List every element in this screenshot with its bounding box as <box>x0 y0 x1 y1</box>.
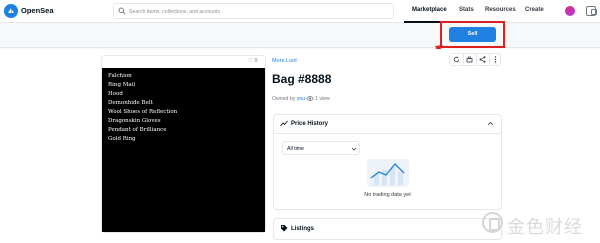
top-nav: OpenSea Marketplace Stats Resources Crea… <box>0 0 600 23</box>
nav-marketplace[interactable]: Marketplace <box>412 7 447 13</box>
opensea-logo-icon[interactable] <box>4 4 18 18</box>
bag-item-line: Falchion <box>108 73 132 79</box>
search-input[interactable] <box>129 6 389 17</box>
watermark-logo <box>482 212 503 233</box>
search-icon <box>118 7 126 15</box>
like-button[interactable]: ♡ 0 <box>248 58 258 64</box>
bag-item-line: Hood <box>108 91 123 97</box>
search-box[interactable] <box>113 3 394 19</box>
empty-chart-illustration <box>367 159 409 187</box>
chevron-up-icon[interactable] <box>487 121 494 126</box>
nav-create[interactable]: Create <box>525 7 544 13</box>
avatar[interactable] <box>565 6 575 16</box>
bag-item-line: Demonhide Belt <box>108 100 153 106</box>
owned-by: Owned by you <box>272 96 305 102</box>
owner-action-bar <box>0 24 600 48</box>
period-select-value: All time <box>287 146 305 152</box>
item-title: Bag #8888 <box>272 72 332 86</box>
heart-icon: ♡ <box>248 58 253 64</box>
transfer-icon <box>466 56 473 63</box>
listings-title: Listings <box>291 226 315 232</box>
trend-icon <box>280 120 288 127</box>
nft-image[interactable]: Falchion Ring Mail Hood Demonhide Belt W… <box>102 68 265 232</box>
eye-icon <box>306 96 314 101</box>
period-select[interactable]: All time <box>282 141 360 155</box>
collection-link[interactable]: More Loot <box>272 58 297 64</box>
chevron-down-icon <box>351 147 357 151</box>
price-history-header[interactable]: Price History <box>274 115 501 134</box>
price-history-title: Price History <box>291 121 329 127</box>
bag-item-line: Gold Ring <box>108 136 136 142</box>
bag-item-line: Wool Shoes of Reflection <box>108 109 178 115</box>
watermark: 金色财经 <box>482 209 594 238</box>
like-count: 0 <box>254 58 258 64</box>
share-icon <box>479 56 486 63</box>
share-button[interactable] <box>476 54 489 65</box>
more-button[interactable] <box>489 54 502 65</box>
view-count-text: 1 view <box>315 96 330 102</box>
owned-by-label: Owned by <box>272 96 296 102</box>
watermark-text: 金色财经 <box>507 217 583 238</box>
brand-name[interactable]: OpenSea <box>21 6 54 15</box>
refresh-icon <box>453 56 460 63</box>
nav-stats[interactable]: Stats <box>459 7 474 13</box>
more-icon <box>494 56 497 63</box>
wallet-icon[interactable] <box>586 6 597 16</box>
listings-panel[interactable]: Listings <box>273 218 502 240</box>
no-data-message: No trading data yet <box>364 192 411 198</box>
bag-item-line: Pendant of Brilliance <box>108 127 167 133</box>
owner-link[interactable]: you <box>297 96 305 102</box>
tag-icon <box>281 225 288 232</box>
price-history-panel: Price History All time No trading data y… <box>273 114 502 210</box>
view-count: 1 view <box>306 96 330 102</box>
transfer-button[interactable] <box>463 54 476 65</box>
bag-item-line: Dragonskin Gloves <box>108 118 161 124</box>
refresh-button[interactable] <box>450 54 463 65</box>
item-action-group <box>449 53 501 66</box>
nav-resources[interactable]: Resources <box>485 7 516 13</box>
bag-item-line: Ring Mail <box>108 82 136 88</box>
